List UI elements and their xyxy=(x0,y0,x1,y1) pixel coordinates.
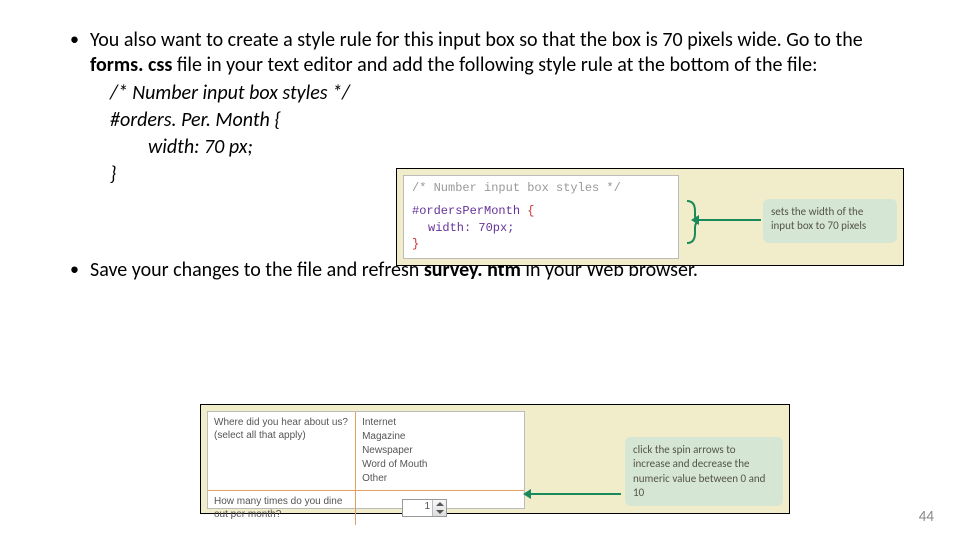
code-comment: /* Number input box styles */ xyxy=(412,180,670,197)
code-brace-close: } xyxy=(412,236,670,253)
option-wom: Word of Mouth xyxy=(362,458,518,472)
b1-filename: forms. css xyxy=(90,53,172,77)
form-options-list: Internet Magazine Newspaper Word of Mout… xyxy=(355,412,524,490)
code-line-3: width: 70 px; xyxy=(148,134,900,161)
form-panel: Where did you hear about us? (select all… xyxy=(207,411,525,509)
page-number: 44 xyxy=(919,508,934,526)
option-newspaper: Newspaper xyxy=(362,444,518,458)
b1-text-pre: You also want to create a style rule for… xyxy=(90,28,863,52)
number-input[interactable]: 1 xyxy=(402,499,447,517)
option-other: Other xyxy=(362,472,518,486)
arrow-icon xyxy=(697,219,761,221)
callout-note-2: click the spin arrows to increase and de… xyxy=(625,437,783,506)
code-editor-panel: /* Number input box styles */ #ordersPer… xyxy=(403,175,679,259)
code-property: width: 70px; xyxy=(428,220,670,237)
code-selector: #ordersPerMonth xyxy=(412,204,527,218)
figure-css-editor: /* Number input box styles */ #ordersPer… xyxy=(396,168,904,266)
figure-form-preview: Where did you hear about us? (select all… xyxy=(200,404,790,514)
code-line-2: #orders. Per. Month { xyxy=(110,107,900,134)
spin-buttons-icon[interactable] xyxy=(432,500,446,516)
b1-text-post: file in your text editor and add the fol… xyxy=(172,53,817,77)
code-brace-open: { xyxy=(527,204,534,218)
arrow-icon xyxy=(529,493,621,495)
bullet-1: You also want to create a style rule for… xyxy=(90,28,900,188)
number-value: 1 xyxy=(425,501,431,512)
option-internet: Internet xyxy=(362,416,518,430)
option-magazine: Magazine xyxy=(362,430,518,444)
form-label-dineout: How many times do you dine out per month… xyxy=(208,491,355,525)
callout-note-1: sets the width of the input box to 70 pi… xyxy=(763,199,897,243)
form-label-source: Where did you hear about us? (select all… xyxy=(208,412,355,490)
code-line-1: /* Number input box styles */ xyxy=(110,80,900,107)
b2-text-pre: Save your changes to the file and refres… xyxy=(90,258,424,282)
